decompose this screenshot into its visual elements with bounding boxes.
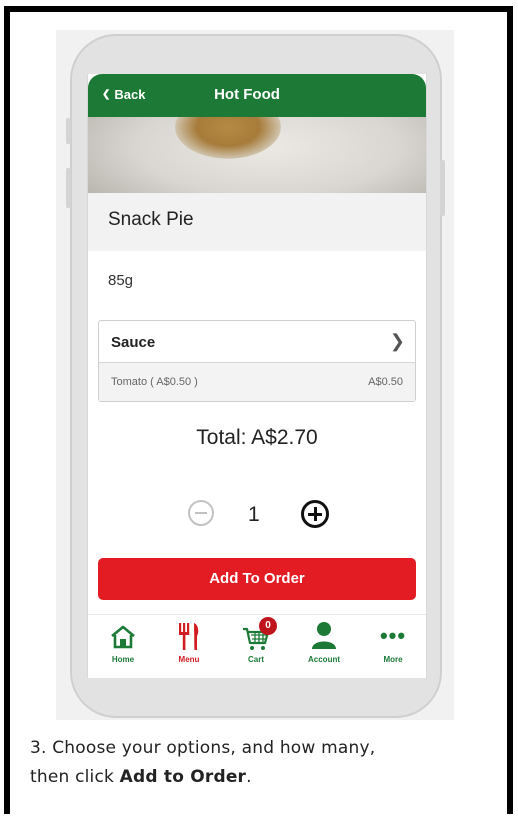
page-title: Hot Food (214, 86, 280, 103)
tab-label: Menu (178, 655, 200, 664)
selected-option-row[interactable]: Tomato ( A$0.50 ) A$0.50 (99, 363, 415, 401)
tab-label: Home (111, 655, 135, 664)
more-dots-icon: ••• (379, 623, 407, 648)
tab-cart[interactable]: 0 Cart (226, 617, 286, 675)
app-header: ❮ Back Hot Food (88, 74, 426, 117)
order-total: Total: A$2.70 (196, 426, 318, 449)
phone-side-button (66, 118, 71, 144)
caption-line-1: 3. Choose your options, and how many, (30, 738, 376, 758)
increase-quantity-button[interactable] (301, 500, 329, 528)
app-screen: ❮ Back Hot Food Snack Pie 85g Sauce ❯ To… (87, 74, 427, 678)
tab-home[interactable]: Home (93, 621, 153, 675)
decrease-quantity-button[interactable] (188, 500, 214, 526)
cart-icon: 0 (226, 617, 286, 653)
add-to-order-button[interactable]: Add To Order (98, 558, 416, 600)
quantity-value: 1 (248, 503, 260, 526)
tab-label: Account (308, 655, 340, 664)
phone-side-button (440, 160, 445, 216)
tab-menu[interactable]: Menu (159, 621, 219, 675)
product-image (88, 117, 426, 193)
option-group-label: Sauce (111, 334, 156, 351)
tab-label: More (383, 655, 403, 664)
selected-option-price: A$0.50 (368, 376, 403, 388)
user-icon (294, 621, 354, 653)
bottom-tab-bar: Home Menu 0 Cart Account ••• More (88, 614, 426, 678)
selected-option-name: Tomato ( A$0.50 ) (111, 376, 198, 388)
tab-label: Cart (247, 655, 264, 664)
home-icon (93, 621, 153, 653)
phone-side-button (66, 168, 71, 208)
caption-line-2-prefix: then click (30, 767, 120, 787)
caption-line-2-suffix: . (246, 767, 252, 787)
caption-emphasis: Add to Order (119, 767, 247, 787)
instruction-caption: 3. Choose your options, and how many, th… (30, 734, 490, 792)
chevron-right-icon: ❯ (389, 331, 405, 351)
quantity-stepper: 1 (88, 496, 426, 530)
tab-more[interactable]: ••• More (363, 621, 423, 675)
cart-count-badge: 0 (259, 617, 277, 635)
product-name: Snack Pie (108, 209, 194, 230)
product-title-band: Snack Pie (88, 193, 426, 251)
option-group-card: Sauce ❯ Tomato ( A$0.50 ) A$0.50 (98, 320, 416, 402)
tab-account[interactable]: Account (294, 621, 354, 675)
option-group-sauce[interactable]: Sauce ❯ (99, 321, 415, 363)
caption-line-2: then click Add to Order. (30, 763, 490, 792)
cutlery-icon (159, 621, 219, 653)
product-weight: 85g (108, 272, 134, 289)
